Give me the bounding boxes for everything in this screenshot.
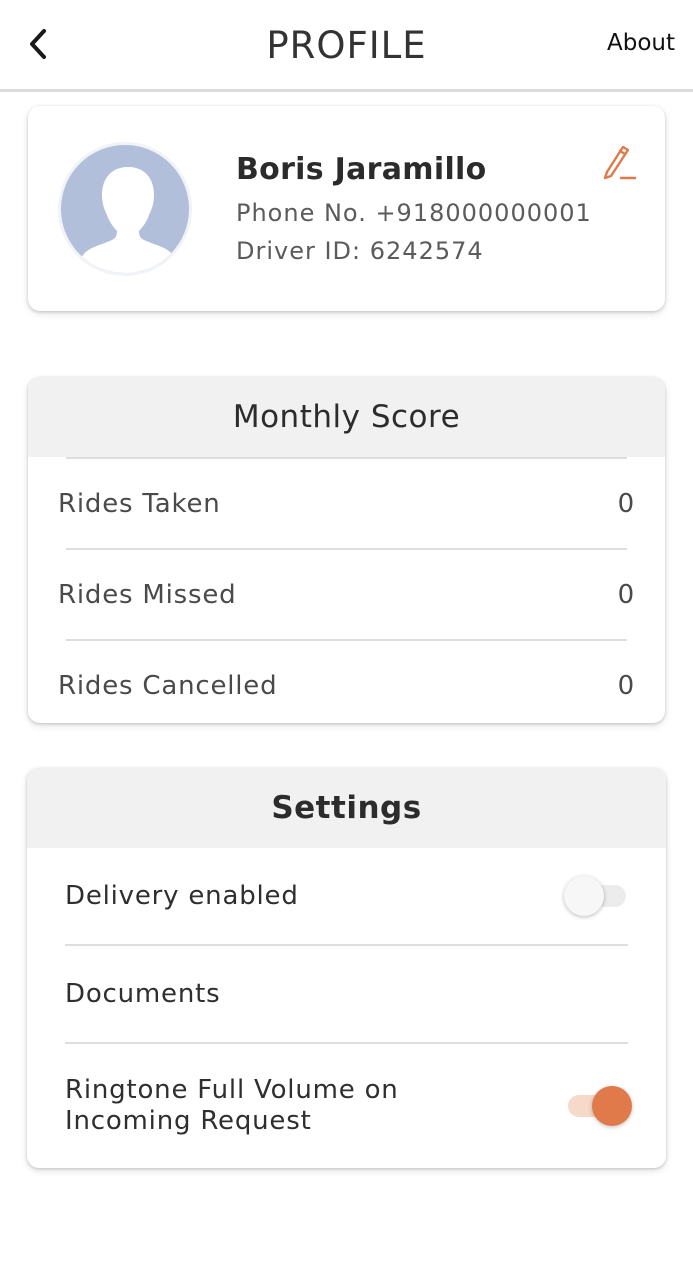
score-label: Rides Missed (58, 579, 237, 610)
score-row-rides-cancelled: Rides Cancelled 0 (28, 641, 665, 723)
back-button[interactable] (18, 22, 58, 66)
avatar[interactable] (58, 142, 192, 276)
app-header: PROFILE About (0, 0, 693, 92)
driver-id: Driver ID: 6242574 (236, 237, 484, 265)
score-row-rides-missed: Rides Missed 0 (28, 550, 665, 639)
settings-title: Settings (27, 768, 666, 848)
setting-label-line: Ringtone Full Volume on (65, 1075, 399, 1105)
setting-delivery-enabled: Delivery enabled (27, 848, 666, 944)
score-value: 0 (617, 579, 635, 610)
score-value: 0 (617, 488, 635, 519)
score-list: Rides Taken 0 Rides Missed 0 Rides Cance… (28, 457, 665, 723)
setting-label-line: Incoming Request (65, 1106, 312, 1136)
score-label: Rides Taken (58, 488, 221, 519)
monthly-score-title: Monthly Score (28, 377, 665, 457)
score-value: 0 (617, 670, 635, 701)
page-title: PROFILE (266, 24, 427, 67)
pencil-icon (603, 145, 637, 180)
setting-label: Ringtone Full Volume on Incoming Request (65, 1075, 399, 1137)
score-row-rides-taken: Rides Taken 0 (28, 459, 665, 548)
driver-name: Boris Jaramillo (236, 152, 487, 187)
profile-card: Boris Jaramillo Phone No. +918000000001 … (28, 106, 665, 311)
profile-info: Boris Jaramillo Phone No. +918000000001 … (236, 152, 592, 265)
setting-label: Documents (65, 979, 221, 1009)
setting-documents[interactable]: Documents (27, 946, 666, 1042)
delivery-toggle[interactable] (564, 876, 628, 916)
setting-label: Delivery enabled (65, 881, 299, 911)
toggle-knob (564, 876, 604, 916)
ringtone-toggle[interactable] (564, 1086, 632, 1126)
settings-card: Settings Delivery enabled Documents Ring… (27, 768, 666, 1168)
toggle-knob (592, 1086, 632, 1126)
monthly-score-card: Monthly Score Rides Taken 0 Rides Missed… (28, 377, 665, 723)
score-label: Rides Cancelled (58, 670, 278, 701)
setting-ringtone-full-volume: Ringtone Full Volume on Incoming Request (27, 1044, 666, 1168)
chevron-left-icon (30, 29, 46, 59)
edit-profile-button[interactable] (597, 140, 639, 182)
about-link[interactable]: About (607, 30, 675, 56)
phone-number: Phone No. +918000000001 (236, 199, 592, 227)
user-silhouette-icon (77, 167, 179, 273)
